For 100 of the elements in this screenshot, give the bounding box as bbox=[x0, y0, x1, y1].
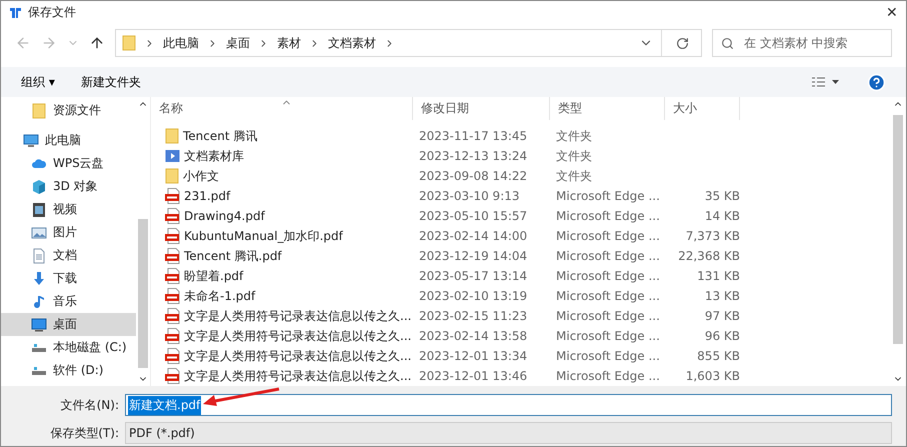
view-options-icon[interactable] bbox=[811, 76, 841, 88]
size-cell-text: 96 KB bbox=[704, 329, 740, 343]
pdf-file-icon bbox=[165, 288, 180, 304]
date-cell-text: 2023-11-17 13:45 bbox=[418, 129, 528, 143]
sidebar-item[interactable]: 资源文件 bbox=[1, 99, 136, 122]
sidebar-item[interactable]: WPS云盘 bbox=[1, 152, 136, 175]
document-icon bbox=[31, 248, 47, 264]
pdf-file-icon bbox=[165, 328, 180, 344]
file-name[interactable]: Drawing4.pdf bbox=[151, 208, 413, 224]
size-cell-text: 1,603 KB bbox=[684, 369, 740, 383]
music-note-icon bbox=[31, 294, 47, 310]
date-cell-text: 2023-02-14 14:00 bbox=[418, 229, 528, 243]
close-button[interactable]: ✕ bbox=[886, 4, 898, 20]
search-placeholder: 在 文档素材 中搜索 bbox=[744, 34, 848, 52]
cube-icon bbox=[31, 178, 47, 194]
size-cell-text: 22,368 KB bbox=[677, 249, 740, 263]
type-cell-text: Microsoft Edge ... bbox=[555, 209, 661, 223]
breadcrumb[interactable]: 此电脑 bbox=[163, 34, 199, 52]
save-type-label: 保存类型(T): bbox=[49, 424, 119, 442]
column-header[interactable]: 名称 bbox=[151, 97, 413, 120]
size-cell-text: 131 KB bbox=[696, 269, 740, 283]
breadcrumb[interactable]: 桌面 bbox=[226, 34, 250, 52]
sidebar-item[interactable]: 音乐 bbox=[1, 290, 136, 313]
window-title: 保存文件 bbox=[28, 4, 77, 20]
pdf-file-icon bbox=[165, 188, 180, 204]
date-cell-text: 2023-02-15 11:23 bbox=[418, 309, 528, 323]
scrollbar-thumb[interactable] bbox=[138, 219, 148, 368]
sidebar-item[interactable]: 视频 bbox=[1, 198, 136, 221]
type-cell-text: Microsoft Edge ... bbox=[555, 289, 661, 303]
date-cell-text: 2023-12-13 13:24 bbox=[418, 149, 528, 163]
file-name[interactable]: 盼望着.pdf bbox=[151, 268, 413, 284]
date-cell-text: 2023-12-01 13:34 bbox=[418, 349, 528, 363]
date-cell-text: 2023-05-10 15:57 bbox=[418, 209, 528, 223]
search-field[interactable]: 在 文档素材 中搜索 bbox=[712, 29, 892, 57]
sidebar-item[interactable]: 软件 (D:) bbox=[1, 359, 136, 382]
download-icon bbox=[31, 270, 47, 286]
file-name[interactable]: 文字是人类用符号记录表达信息以传之久... bbox=[151, 308, 413, 324]
type-cell-text: Microsoft Edge ... bbox=[555, 269, 661, 283]
date-cell-text: 2023-03-10 9:13 bbox=[418, 189, 520, 203]
folder-icon bbox=[31, 102, 47, 118]
file-name[interactable]: 未命名-1.pdf bbox=[151, 288, 413, 304]
picture-icon bbox=[31, 224, 47, 240]
pdf-file-icon bbox=[165, 368, 180, 384]
pdf-file-icon bbox=[165, 268, 180, 284]
pdf-file-icon bbox=[165, 248, 180, 264]
type-cell-text: Microsoft Edge ... bbox=[555, 189, 661, 203]
file-name[interactable]: Tencent 腾讯.pdf bbox=[151, 248, 413, 264]
help-icon[interactable] bbox=[867, 72, 886, 92]
type-cell-text: Microsoft Edge ... bbox=[555, 329, 661, 343]
type-cell-text: Microsoft Edge ... bbox=[555, 349, 661, 363]
file-name[interactable]: 小作文 bbox=[151, 168, 413, 184]
sidebar-item[interactable]: 此电脑 bbox=[1, 129, 136, 152]
sidebar-item[interactable]: 文档 bbox=[1, 244, 136, 267]
column-header[interactable]: 类型 bbox=[550, 97, 665, 120]
type-cell-text: Microsoft Edge ... bbox=[555, 229, 661, 243]
column-header[interactable]: 大小 bbox=[665, 97, 740, 120]
sidebar-item[interactable]: 下载 bbox=[1, 267, 136, 290]
scrollbar-thumb[interactable] bbox=[893, 115, 903, 344]
up-button[interactable] bbox=[89, 35, 105, 51]
date-cell-text: 2023-12-01 13:46 bbox=[418, 369, 528, 383]
save-type-dropdown[interactable]: PDF (*.pdf) bbox=[125, 422, 892, 444]
sidebar-item[interactable]: 桌面 bbox=[1, 313, 136, 336]
library-icon bbox=[165, 149, 180, 163]
file-name[interactable]: 文字是人类用符号记录表达信息以传之久... bbox=[151, 328, 413, 344]
breadcrumb[interactable]: 素材 bbox=[277, 34, 301, 52]
folder-icon bbox=[165, 168, 179, 184]
folder-icon bbox=[122, 35, 136, 51]
file-name[interactable]: 文档素材库 bbox=[151, 148, 413, 164]
desktop-icon bbox=[31, 316, 47, 332]
refresh-icon[interactable] bbox=[676, 36, 689, 50]
sidebar-item[interactable]: 3D 对象 bbox=[1, 175, 136, 198]
type-cell-text: Microsoft Edge ... bbox=[555, 249, 661, 263]
film-icon bbox=[31, 202, 47, 218]
file-name[interactable]: Tencent 腾讯 bbox=[151, 128, 413, 144]
date-cell-text: 2023-12-19 14:04 bbox=[418, 249, 528, 263]
date-cell-text: 2023-09-08 14:22 bbox=[418, 169, 528, 183]
size-cell-text: 7,373 KB bbox=[684, 229, 740, 243]
pdf-file-icon bbox=[165, 348, 180, 364]
sidebar-item[interactable]: 本地磁盘 (C:) bbox=[1, 336, 136, 359]
search-icon bbox=[721, 36, 734, 50]
breadcrumb[interactable]: 文档素材 bbox=[328, 34, 376, 52]
type-cell-text: Microsoft Edge ... bbox=[555, 369, 661, 383]
file-name-field[interactable]: 新建文档.pdf bbox=[125, 394, 892, 416]
computer-icon bbox=[23, 132, 39, 148]
file-name[interactable]: KubuntuManual_加水印.pdf bbox=[151, 228, 413, 244]
file-name-label: 文件名(N): bbox=[60, 396, 119, 414]
pdf-file-icon bbox=[165, 208, 180, 224]
file-name[interactable]: 文字是人类用符号记录表达信息以传之久... bbox=[151, 368, 413, 384]
file-name[interactable]: 231.pdf bbox=[151, 188, 413, 204]
file-name[interactable]: 文字是人类用符号记录表达信息以传之久... bbox=[151, 348, 413, 364]
address-bar[interactable]: 此电脑 桌面 素材 文档素材 bbox=[115, 29, 702, 57]
date-cell-text: 2023-05-17 13:14 bbox=[418, 269, 528, 283]
sidebar-item[interactable]: 图片 bbox=[1, 221, 136, 244]
date-cell-text: 2023-02-14 13:58 bbox=[418, 329, 528, 343]
size-cell-text: 855 KB bbox=[696, 349, 740, 363]
folder-icon bbox=[165, 128, 179, 144]
new-folder-button[interactable]: 新建文件夹 bbox=[80, 74, 141, 90]
organize-menu[interactable]: 组织 ▾ bbox=[21, 74, 55, 90]
column-header[interactable]: 修改日期 bbox=[413, 97, 550, 120]
type-cell-text: Microsoft Edge ... bbox=[555, 309, 661, 323]
